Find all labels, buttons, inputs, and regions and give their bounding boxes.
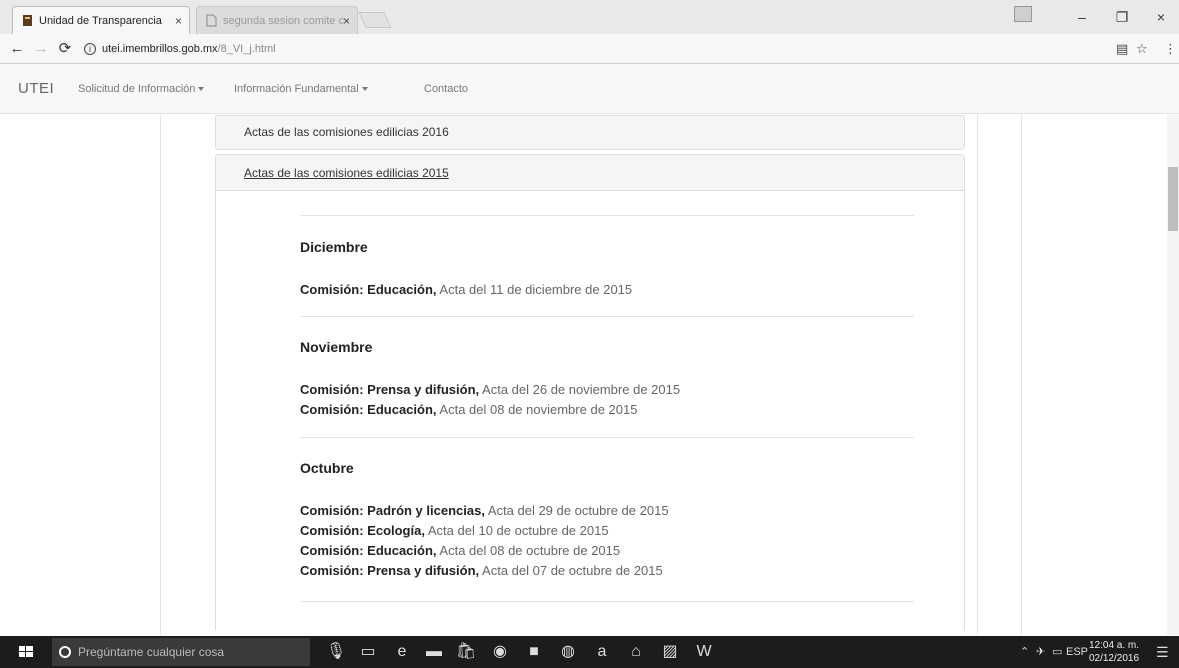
translate-icon[interactable]: ▤ bbox=[1116, 38, 1128, 60]
nav-label: Información Fundamental bbox=[234, 83, 359, 95]
file-explorer-icon[interactable]: ▬ bbox=[416, 636, 452, 668]
spotify-icon[interactable]: ◍ bbox=[550, 636, 586, 668]
page-content: Actas de las comisiones edilicias 2016 A… bbox=[0, 115, 1179, 635]
site-navbar: UTEI Solicitud de Información Informació… bbox=[0, 64, 1179, 114]
panel-actas-2016[interactable]: Actas de las comisiones edilicias 2016 bbox=[215, 115, 965, 150]
acta-link[interactable]: Comisión: Padrón y licencias, Acta del 2… bbox=[300, 503, 669, 518]
panel-body: Diciembre Comisión: Educación, Acta del … bbox=[216, 192, 964, 632]
panel-heading[interactable]: Actas de las comisiones edilicias 2016 bbox=[216, 116, 964, 149]
document-icon bbox=[206, 14, 217, 27]
acta-description: Acta del 10 de octubre de 2015 bbox=[427, 523, 609, 538]
url-path: /8_VI_j.html bbox=[217, 43, 276, 55]
chrome-icon[interactable]: ◉ bbox=[482, 636, 518, 668]
acta-link[interactable]: Comisión: Prensa y difusión, Acta del 07… bbox=[300, 563, 663, 578]
maximize-button[interactable]: ❐ bbox=[1104, 0, 1140, 34]
caret-down-icon bbox=[361, 87, 368, 92]
nav-contacto[interactable]: Contacto bbox=[424, 64, 468, 114]
tab-close-icon[interactable]: × bbox=[343, 7, 350, 35]
column-divider bbox=[1021, 115, 1022, 635]
network-icon[interactable]: ✈ bbox=[1036, 636, 1045, 668]
comision-name: Comisión: Ecología, bbox=[300, 523, 425, 538]
divider bbox=[300, 601, 914, 602]
new-tab-button[interactable] bbox=[358, 12, 392, 28]
tab-label: Unidad de Transparencia bbox=[39, 15, 162, 27]
app-icon[interactable]: ■ bbox=[516, 636, 552, 668]
close-window-button[interactable]: × bbox=[1143, 0, 1179, 34]
panel-actas-2015: Actas de las comisiones edilicias 2015 D… bbox=[215, 154, 965, 632]
reload-icon[interactable]: ⟳ bbox=[54, 38, 76, 60]
tab-segunda-sesion[interactable]: segunda sesion comite c × bbox=[196, 6, 358, 34]
divider bbox=[300, 215, 914, 216]
acta-link[interactable]: Comisión: Educación, Acta del 08 de octu… bbox=[300, 543, 620, 558]
acta-description: Acta del 11 de diciembre de 2015 bbox=[439, 282, 633, 297]
comision-name: Comisión: Prensa y difusión, bbox=[300, 382, 480, 397]
acta-link[interactable]: Comisión: Educación, Acta del 11 de dici… bbox=[300, 282, 632, 297]
site-brand[interactable]: UTEI bbox=[18, 64, 54, 114]
clock-time: 12:04 a. m. bbox=[1088, 640, 1140, 651]
windows-taskbar: Pregúntame cualquier cosa 🎙 ▭ e ▬ 🛍 ◉ ■ … bbox=[0, 636, 1179, 668]
acta-description: Acta del 07 de octubre de 2015 bbox=[482, 563, 663, 578]
clock-date: 02/12/2016 bbox=[1088, 653, 1140, 664]
search-placeholder: Pregúntame cualquier cosa bbox=[78, 645, 225, 659]
amazon-icon[interactable]: a bbox=[584, 636, 620, 668]
tab-unidad-transparencia[interactable]: Unidad de Transparencia × bbox=[12, 6, 190, 34]
cortana-search-input[interactable]: Pregúntame cualquier cosa bbox=[52, 638, 310, 666]
comision-name: Comisión: Educación, bbox=[300, 402, 437, 417]
acta-description: Acta del 26 de noviembre de 2015 bbox=[482, 382, 681, 397]
forward-arrow-icon[interactable]: → bbox=[30, 38, 52, 60]
nav-label: Contacto bbox=[424, 83, 469, 95]
clock[interactable]: 12:04 a. m. 02/12/2016 bbox=[1084, 639, 1144, 665]
back-arrow-icon[interactable]: ← bbox=[6, 38, 28, 60]
bookmark-star-icon[interactable]: ☆ bbox=[1136, 38, 1148, 60]
site-favicon-icon bbox=[23, 15, 32, 26]
tray-chevron-icon[interactable]: ⌃ bbox=[1020, 636, 1029, 668]
column-divider bbox=[160, 115, 161, 635]
address-bar[interactable]: i utei.imembrillos.gob.mx/8_VI_j.html bbox=[84, 38, 1104, 60]
nav-informacion-fundamental[interactable]: Información Fundamental bbox=[234, 64, 368, 114]
windows-start-icon[interactable] bbox=[6, 636, 46, 668]
url-host: utei.imembrillos.gob.mx bbox=[102, 43, 218, 55]
tab-close-icon[interactable]: × bbox=[175, 7, 182, 35]
acta-link[interactable]: Comisión: Ecología, Acta del 10 de octub… bbox=[300, 523, 609, 538]
nav-label: Solicitud de Información bbox=[78, 83, 196, 95]
month-heading: Noviembre bbox=[300, 339, 373, 355]
menu-kebab-icon[interactable]: ⋮ bbox=[1164, 38, 1177, 60]
month-heading: Octubre bbox=[300, 460, 354, 476]
month-heading: Diciembre bbox=[300, 239, 368, 255]
panel-heading[interactable]: Actas de las comisiones edilicias 2015 bbox=[216, 155, 964, 191]
column-divider bbox=[977, 115, 978, 635]
home-icon[interactable]: ⌂ bbox=[618, 636, 654, 668]
scrollbar-thumb[interactable] bbox=[1168, 167, 1178, 231]
acta-description: Acta del 29 de octubre de 2015 bbox=[487, 503, 669, 518]
word-icon[interactable]: W bbox=[686, 636, 722, 668]
notifications-icon[interactable]: ☰ bbox=[1156, 636, 1169, 668]
profile-icon[interactable] bbox=[1014, 6, 1032, 22]
acta-link[interactable]: Comisión: Educación, Acta del 08 de novi… bbox=[300, 402, 637, 417]
task-view-icon[interactable]: ▭ bbox=[350, 636, 386, 668]
comision-name: Comisión: Prensa y difusión, bbox=[300, 563, 480, 578]
divider bbox=[300, 437, 914, 438]
battery-icon[interactable]: ▭ bbox=[1052, 636, 1062, 668]
acta-description: Acta del 08 de octubre de 2015 bbox=[439, 543, 621, 558]
panel-heading-link[interactable]: Actas de las comisiones edilicias 2015 bbox=[244, 166, 449, 180]
minimize-button[interactable]: – bbox=[1064, 0, 1100, 34]
nav-solicitud-informacion[interactable]: Solicitud de Información bbox=[78, 64, 205, 114]
comision-name: Comisión: Educación, bbox=[300, 282, 437, 297]
edge-browser-icon[interactable]: e bbox=[384, 636, 420, 668]
comision-name: Comisión: Educación, bbox=[300, 543, 437, 558]
comision-name: Comisión: Padrón y licencias, bbox=[300, 503, 485, 518]
tab-label: segunda sesion comite c bbox=[223, 15, 345, 27]
acta-description: Acta del 08 de noviembre de 2015 bbox=[439, 402, 638, 417]
browser-tabstrip: Unidad de Transparencia × segunda sesion… bbox=[0, 0, 1179, 34]
caret-down-icon bbox=[198, 87, 205, 92]
photos-icon[interactable]: ▨ bbox=[652, 636, 688, 668]
scrollbar[interactable] bbox=[1167, 115, 1179, 635]
acta-link[interactable]: Comisión: Prensa y difusión, Acta del 26… bbox=[300, 382, 680, 397]
divider bbox=[300, 316, 914, 317]
microphone-icon[interactable]: 🎙 bbox=[318, 636, 354, 668]
info-icon[interactable]: i bbox=[84, 43, 96, 56]
store-icon[interactable]: 🛍 bbox=[448, 636, 484, 668]
browser-toolbar: ← → ⟳ i utei.imembrillos.gob.mx/8_VI_j.ht… bbox=[0, 34, 1179, 64]
cortana-icon bbox=[59, 646, 71, 658]
